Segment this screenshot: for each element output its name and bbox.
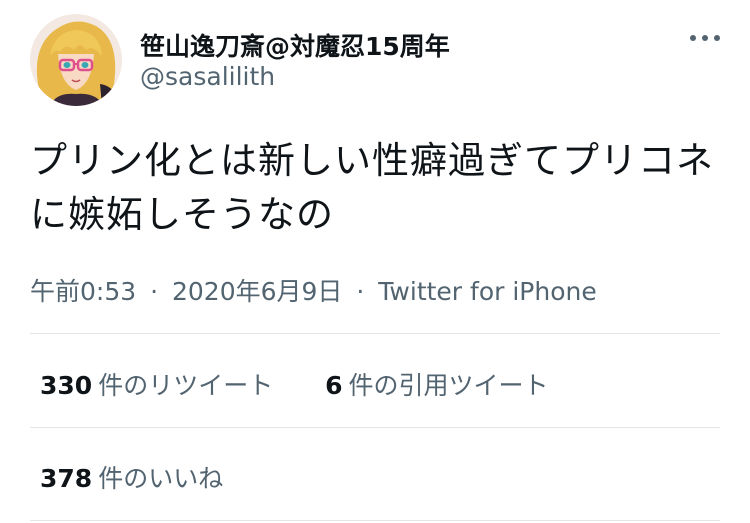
avatar[interactable] bbox=[30, 14, 122, 106]
avatar-image bbox=[30, 14, 122, 106]
quotes-stat[interactable]: 6 件の引用ツイート bbox=[325, 371, 548, 400]
tweet-date[interactable]: 2020年6月9日 bbox=[172, 277, 342, 306]
divider bbox=[30, 427, 720, 428]
retweets-count: 330 bbox=[40, 371, 93, 400]
tweet-source[interactable]: Twitter for iPhone bbox=[378, 277, 596, 306]
divider bbox=[30, 520, 720, 521]
author-handle[interactable]: @sasalilith bbox=[140, 62, 275, 91]
retweets-label: 件のリツイート bbox=[98, 371, 274, 400]
likes-count: 378 bbox=[40, 464, 93, 493]
quotes-label: 件の引用ツイート bbox=[348, 371, 549, 400]
more-options-icon[interactable] bbox=[688, 24, 722, 52]
divider bbox=[30, 333, 720, 334]
tweet-text: プリン化とは新しい性癖過ぎてプリコネに嫉妬しそうなの bbox=[30, 139, 714, 236]
author-display-name[interactable]: 笹山逸刀斎@対魔忍15周年 bbox=[140, 27, 450, 63]
quotes-count: 6 bbox=[325, 371, 343, 400]
tweet-meta: 午前0:53 · 2020年6月9日 · Twitter for iPhone bbox=[30, 272, 597, 308]
stats-row-likes: 378 件のいいね bbox=[40, 459, 223, 495]
meta-separator: · bbox=[356, 277, 365, 306]
retweets-stat[interactable]: 330 件のリツイート bbox=[40, 371, 281, 400]
tweet-time[interactable]: 午前0:53 bbox=[30, 277, 136, 306]
meta-separator: · bbox=[150, 277, 159, 306]
likes-label: 件のいいね bbox=[98, 464, 224, 493]
stats-row-retweets: 330 件のリツイート 6 件の引用ツイート bbox=[40, 366, 549, 402]
likes-stat[interactable]: 378 件のいいね bbox=[40, 464, 223, 493]
